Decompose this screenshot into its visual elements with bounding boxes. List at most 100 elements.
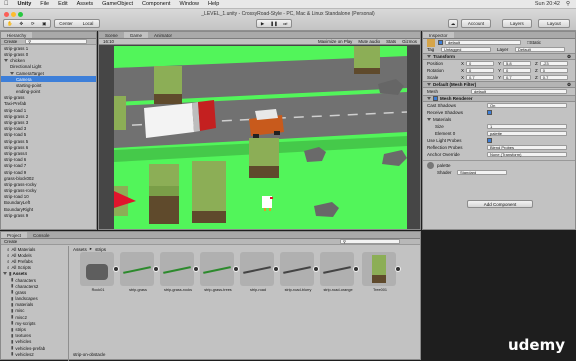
asset-item[interactable]: strip-grass-rocks [160,252,199,292]
transform-y-field[interactable]: 0 [503,67,532,74]
reflection-probes-dropdown[interactable]: Blend Probes [487,144,567,151]
expand-play-icon[interactable] [153,266,159,272]
mesh-field[interactable]: default [471,88,567,95]
stats-toggle[interactable]: Stats [386,39,396,44]
tab-scene[interactable]: Scene [99,32,124,38]
tab-project[interactable]: Project [1,232,28,238]
expand-play-icon[interactable] [113,266,119,272]
menu-edit[interactable]: Edit [58,1,67,7]
add-component-button[interactable]: Add Component [467,200,533,208]
zoom-window-icon[interactable] [18,12,23,17]
project-search-input[interactable]: ⚲ [340,239,400,245]
breadcrumb-strips[interactable]: strips [95,247,106,252]
cast-shadows-dropdown[interactable]: On [487,102,567,109]
transform-x-field[interactable]: 0.7 [466,74,495,81]
mesh-renderer-header[interactable]: Mesh Renderer [423,95,575,102]
receive-shadows-checkbox[interactable] [487,110,492,115]
gear-icon[interactable]: ⚙ [567,54,571,60]
layers-dropdown[interactable]: Layers [502,19,532,28]
layout-dropdown[interactable]: Layout [538,19,570,28]
hierarchy-search-input[interactable]: ⚲ [25,39,88,45]
object-name-field[interactable]: default [445,39,521,46]
project-create-button[interactable]: Create [4,239,17,244]
light-probes-checkbox[interactable] [487,138,492,143]
close-window-icon[interactable] [4,12,9,17]
transform-y-field[interactable]: 5.8 [503,60,532,67]
folder-icon: ▮ [11,301,14,307]
tab-hierarchy[interactable]: Hierarchy [1,32,33,38]
tab-console[interactable]: Console [27,232,56,238]
menu-unity[interactable]: Unity [18,1,32,7]
folder-label: textures [15,333,32,339]
minimize-window-icon[interactable] [11,12,16,17]
expand-play-icon[interactable] [395,266,401,272]
asset-item[interactable]: Tree001 [362,252,401,292]
enabled-checkbox[interactable] [433,96,438,101]
transform-z-field[interactable]: -23 [539,60,568,67]
asset-item[interactable]: strip-road-orange [320,252,359,292]
hand-tool-icon[interactable]: ✋ [4,21,16,27]
tab-animator[interactable]: Animator [148,32,178,38]
rotate-tool-icon[interactable]: ⟳ [27,21,39,27]
expand-play-icon[interactable] [313,266,319,272]
transform-y-field[interactable]: 0.7 [503,74,532,81]
breadcrumb-assets[interactable]: Assets [73,247,87,252]
menu-component[interactable]: Component [142,1,170,7]
transform-x-field[interactable]: 0 [466,60,495,67]
size-field[interactable]: 1 [487,123,567,130]
menu-window[interactable]: Window [179,1,199,7]
account-dropdown[interactable]: Account [461,19,491,28]
strip-thumbnail [120,252,154,286]
asset-item[interactable]: strip-road [240,252,279,292]
pivot-center-button[interactable]: Center [55,21,77,26]
expand-arrow-icon[interactable] [10,71,14,75]
hierarchy-item[interactable]: strip-grass 9 [1,212,96,218]
tag-dropdown[interactable]: Untagged [441,46,491,53]
mute-audio-toggle[interactable]: Mute audio [358,39,380,44]
expand-play-icon[interactable] [273,266,279,272]
step-icon[interactable]: ⏭ [280,21,291,26]
collab-cloud-icon[interactable]: ☁ [448,19,458,28]
play-icon[interactable]: ▶ [257,21,268,27]
transform-header[interactable]: Transform ⚙ [423,53,575,60]
aspect-dropdown[interactable]: 16:10 [103,39,114,44]
spotlight-icon[interactable]: ⚲ [566,1,570,7]
asset-item[interactable]: strip-road-blurry [280,252,319,292]
element0-field[interactable]: palette [487,130,567,137]
move-tool-icon[interactable]: ✥ [16,21,28,27]
pivot-local-button[interactable]: Local [77,21,99,26]
tree-thumbnail [362,252,396,286]
transform-x-field[interactable]: 0 [466,67,495,74]
anchor-override-field[interactable]: None (Transform) [487,151,567,158]
mesh-filter-header[interactable]: Default (Mesh Filter) ⚙ [423,81,575,88]
transform-z-field[interactable]: 0 [539,67,568,74]
menu-file[interactable]: File [40,1,49,7]
maximize-on-play-toggle[interactable]: Maximize on Play [318,39,352,44]
folder-item[interactable]: ▮ vehicles2 [1,351,68,357]
scale-tool-icon[interactable]: ▣ [39,21,51,27]
layer-dropdown[interactable]: Default [515,46,565,53]
active-checkbox[interactable] [438,40,443,45]
asset-item[interactable]: strip-grass [120,252,159,292]
tab-game[interactable]: Game [123,32,149,38]
expand-arrow-icon[interactable] [427,118,431,121]
transform-z-field[interactable]: 0.7 [539,74,568,81]
gear-icon[interactable]: ⚙ [567,82,571,88]
tab-inspector[interactable]: Inspector [423,32,454,38]
asset-item[interactable]: Rock01 [80,252,119,292]
menu-assets[interactable]: Assets [77,1,94,7]
expand-play-icon[interactable] [193,266,199,272]
pause-icon[interactable]: ❚❚ [268,21,279,27]
hierarchy-create-button[interactable]: Create [4,39,17,44]
apple-icon[interactable]:  [4,1,9,7]
expand-arrow-icon[interactable] [4,59,8,63]
hierarchy-item-label: strip-road 6 [4,157,27,163]
asset-item[interactable]: strip-grass-trees [200,252,239,292]
shader-dropdown[interactable]: Standard [457,169,507,176]
menu-gameobject[interactable]: GameObject [102,1,133,7]
gizmos-dropdown[interactable]: Gizmos [402,39,417,44]
expand-play-icon[interactable] [353,266,359,272]
expand-play-icon[interactable] [233,266,239,272]
hierarchy-item-label: starting-point [16,82,42,88]
menu-help[interactable]: Help [208,1,219,7]
